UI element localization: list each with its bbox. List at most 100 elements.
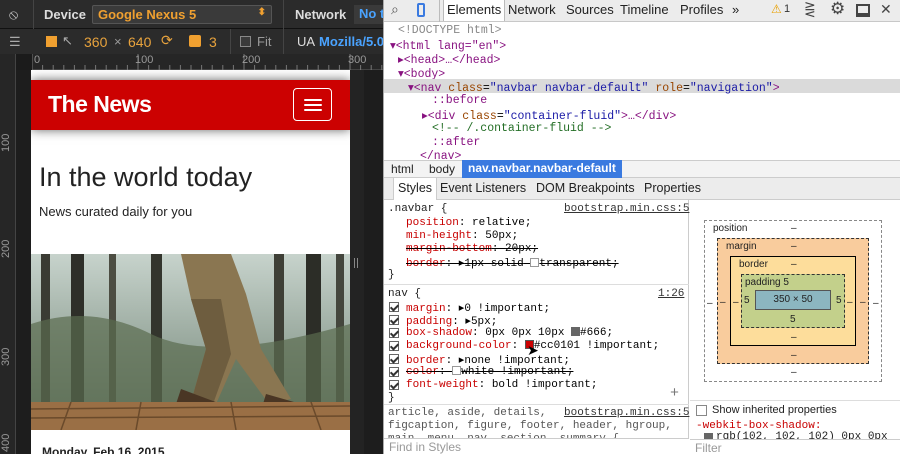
hamburger-menu-button[interactable] — [293, 88, 332, 121]
dom-comment[interactable]: <!-- /.container-fluid --> — [432, 122, 611, 135]
dom-head[interactable]: ▸<head>…</head> — [398, 52, 500, 67]
prop-checkbox[interactable] — [389, 341, 399, 351]
dom-before[interactable]: ::before — [432, 94, 487, 107]
rotate-icon[interactable]: ⟳ — [161, 32, 173, 49]
prop-checkbox[interactable] — [389, 380, 399, 390]
ruler-label: 0 — [34, 54, 41, 66]
prop-value: transparent; — [539, 258, 619, 270]
prop-name: background-color — [406, 340, 512, 352]
bm-value: 5 — [783, 277, 789, 288]
prop-checkbox[interactable] — [389, 354, 399, 364]
height-field[interactable]: 640 — [128, 34, 151, 50]
rule-source-link[interactable]: 1:26 — [658, 288, 684, 300]
hamburger-icon — [304, 104, 322, 106]
rule-source-link[interactable]: bootstrap.min.css:5 — [564, 203, 689, 215]
css-property-overridden[interactable]: margin-bottom: 20px; — [406, 243, 538, 255]
styles-filter[interactable]: Find in Styles — [384, 438, 689, 454]
close-icon[interactable]: ✕ — [880, 1, 892, 18]
prop-checkbox[interactable] — [389, 367, 399, 377]
block-icon[interactable]: ⦸ — [9, 6, 18, 23]
fit-checkbox[interactable] — [240, 36, 251, 47]
css-property[interactable]: border: ▸none !important; — [406, 353, 570, 367]
computed-filter[interactable]: Filter — [690, 439, 900, 454]
hero-image — [31, 254, 350, 430]
tab-styles[interactable]: Styles — [393, 178, 438, 200]
bm-value: – — [791, 350, 797, 361]
color-swatch[interactable] — [452, 366, 462, 375]
crumb-body[interactable]: body — [429, 162, 455, 176]
prop-checkbox[interactable] — [389, 328, 399, 338]
dom-after[interactable]: ::after — [432, 136, 480, 149]
pixel-ratio-field[interactable]: 3 — [209, 34, 217, 50]
tab-profiles[interactable]: Profiles — [680, 2, 723, 17]
fit-label: Fit — [257, 34, 272, 49]
css-property-overridden[interactable]: border: ▸1px solid transparent; — [406, 256, 619, 270]
resolution-checkbox[interactable] — [46, 36, 57, 47]
prop-checkbox[interactable] — [389, 315, 399, 325]
rule-selector: figcaption, figure, footer, header, hgro… — [388, 420, 672, 432]
pixel-ratio-icon — [189, 35, 201, 47]
tab-dom-breakpoints[interactable]: DOM Breakpoints — [536, 181, 635, 195]
rule-source-link[interactable]: bootstrap.min.css:5 — [564, 407, 689, 419]
crumb-nav[interactable]: nav.navbar.navbar-default — [462, 160, 622, 178]
ua-field[interactable]: Mozilla/5.0 — [319, 34, 383, 49]
divider — [230, 29, 231, 54]
bm-value: – — [791, 259, 797, 270]
devtools-panel: ⌕ Elements Network Sources Timeline Prof… — [383, 0, 900, 454]
rule-close: } — [388, 392, 395, 404]
dom-doctype[interactable]: <!DOCTYPE html> — [398, 24, 502, 37]
css-property[interactable]: margin: ▸0 !important; — [406, 301, 550, 315]
search-icon[interactable]: ⌕ — [391, 1, 399, 18]
ruler-left: 100 200 300 400 — [0, 54, 16, 454]
prop-name: margin-bottom — [406, 243, 492, 255]
dom-html[interactable]: ▾<html lang="en"> — [390, 38, 506, 53]
filter-placeholder: Find in Styles — [389, 440, 462, 454]
network-select[interactable]: No t — [354, 5, 383, 24]
dom-nav[interactable]: ▾<nav class="navbar navbar-default" role… — [408, 80, 780, 95]
gear-icon[interactable]: ⚙ — [830, 0, 845, 19]
more-tabs-button[interactable]: » — [732, 2, 739, 17]
warning-icon[interactable]: ⚠ — [771, 2, 782, 16]
prop-value: white !important; — [461, 366, 574, 378]
css-property[interactable]: font-weight: bold !important; — [406, 379, 597, 391]
tab-properties[interactable]: Properties — [644, 181, 701, 195]
tab-sources[interactable]: Sources — [566, 2, 614, 17]
brand-logo[interactable]: The News — [48, 91, 152, 118]
prop-value: #666; — [580, 327, 614, 339]
show-inherited-checkbox[interactable] — [696, 405, 707, 416]
crumb-html[interactable]: html — [391, 162, 414, 176]
css-property[interactable]: padding: ▸5px; — [406, 314, 497, 328]
console-drawer-icon[interactable]: ⋛ — [804, 1, 816, 18]
dimension-toolbar: ☰ ↖ 360 × 640 ⟳ 3 Fit UA Mozilla/5.0 — [0, 29, 383, 54]
css-property[interactable]: position: relative; — [406, 217, 531, 229]
dom-attr: role — [655, 82, 683, 95]
css-property[interactable]: min-height: 50px; — [406, 230, 518, 242]
bm-content-size: 350 × 50 — [773, 294, 813, 305]
prop-checkbox[interactable] — [389, 302, 399, 312]
width-field[interactable]: 360 — [84, 34, 107, 50]
styles-pane: .navbar { bootstrap.min.css:5 position: … — [384, 200, 689, 454]
site-navbar[interactable]: The News — [31, 80, 350, 130]
color-swatch[interactable] — [571, 327, 581, 336]
tab-event-listeners[interactable]: Event Listeners — [440, 181, 526, 195]
rule-selector[interactable]: article, aside, details, — [388, 407, 546, 419]
prop-name: color — [406, 366, 440, 378]
rule-selector[interactable]: nav { — [388, 288, 421, 300]
tab-elements[interactable]: Elements — [443, 0, 506, 21]
mouse-cursor-icon: ➤ — [527, 342, 539, 358]
rule-selector[interactable]: .navbar { — [388, 203, 447, 215]
list-icon[interactable]: ☰ — [9, 34, 21, 50]
device-mode-icon[interactable] — [417, 3, 425, 17]
ruler-top: 0 100 200 300 — [32, 54, 383, 70]
add-property-icon[interactable]: + — [670, 385, 679, 402]
filter-placeholder: Filter — [695, 441, 722, 454]
dom-div[interactable]: ▸<div class="container-fluid">…</div> — [422, 108, 676, 123]
device-select[interactable]: Google Nexus 5 ⬍ — [92, 5, 272, 24]
css-property-overridden[interactable]: color: white !important; — [406, 366, 573, 378]
css-property[interactable]: box-shadow: 0px 0px 10px #666; — [406, 327, 613, 339]
tab-network[interactable]: Network — [508, 2, 556, 17]
resize-handle[interactable] — [350, 70, 364, 454]
emulation-toolbar: ⦸ Device Google Nexus 5 ⬍ Network No t — [0, 0, 383, 29]
tab-timeline[interactable]: Timeline — [620, 2, 669, 17]
dock-icon[interactable] — [856, 4, 870, 17]
